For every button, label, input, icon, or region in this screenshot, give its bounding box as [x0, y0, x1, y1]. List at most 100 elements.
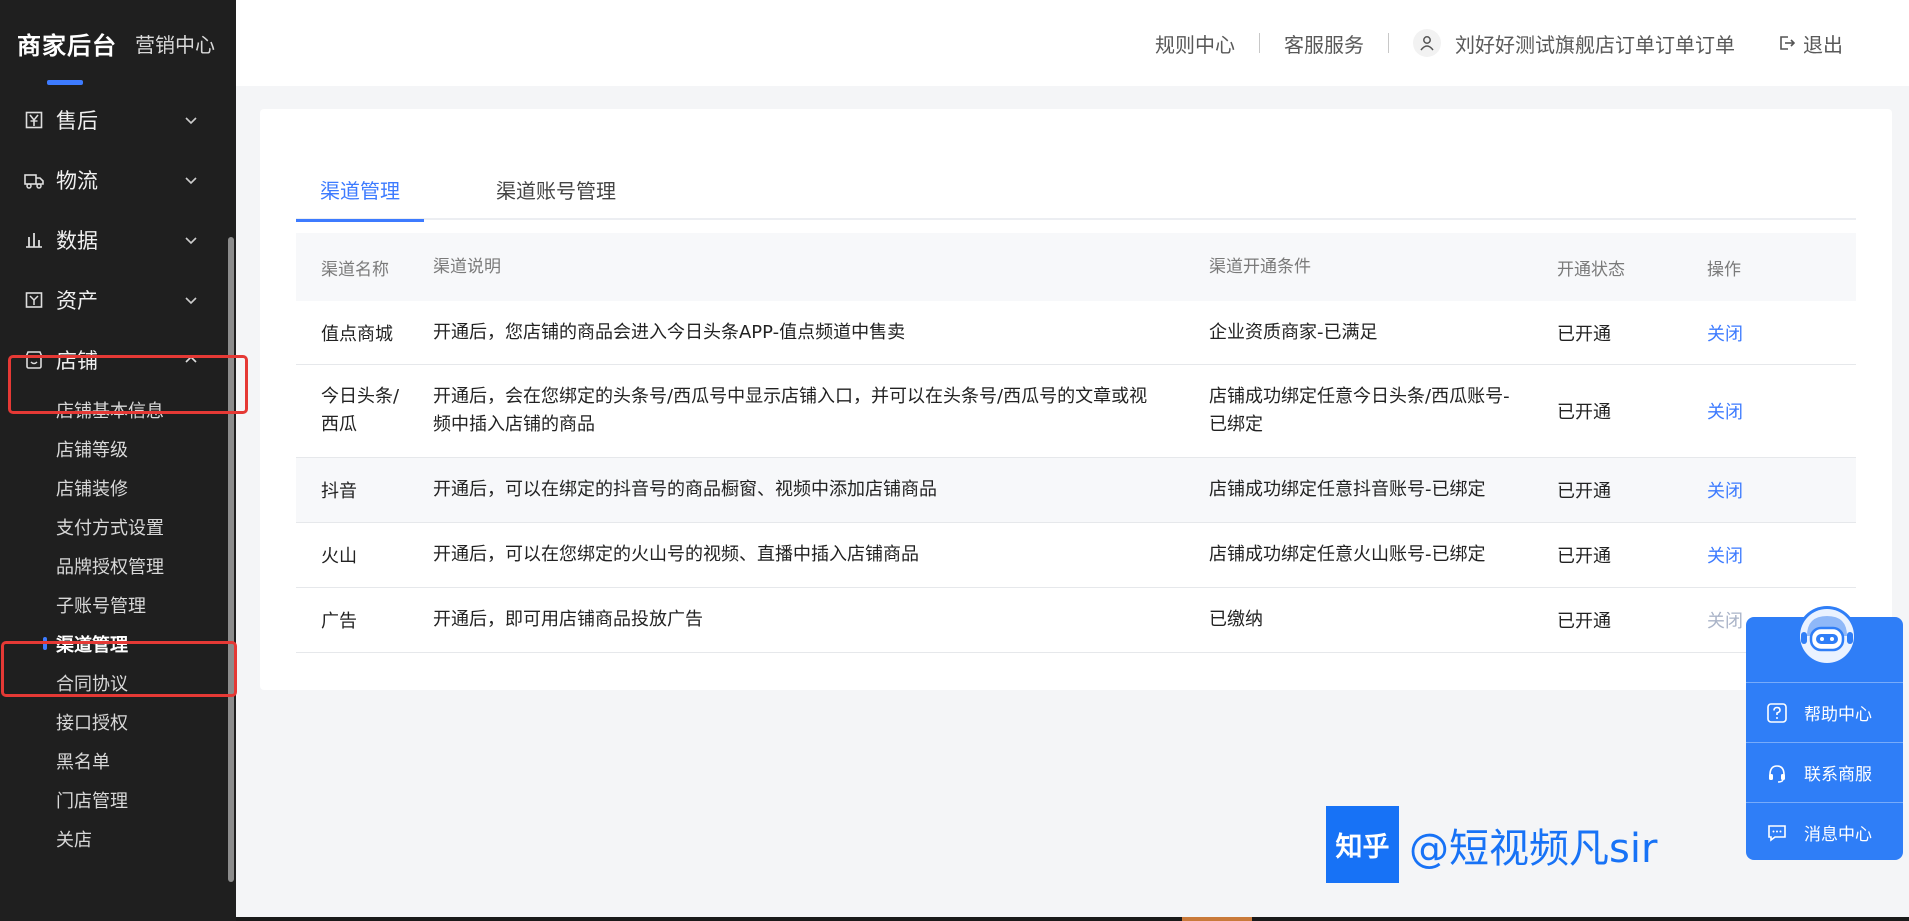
- sidebar-item-data[interactable]: 数据: [0, 210, 236, 270]
- chevron-down-icon: [185, 117, 197, 125]
- table-row: 值点商城 开通后，您店铺的商品会进入今日头条APP-值点频道中售卖 企业资质商家…: [296, 301, 1856, 365]
- sidebar-item-payment-settings[interactable]: 支付方式设置: [0, 507, 236, 546]
- sidebar-scrollbar[interactable]: [228, 237, 234, 882]
- channel-card: 渠道管理 渠道账号管理 渠道名称 渠道说明 渠道开通条件 开通状态 操作 值点商…: [260, 109, 1892, 690]
- chevron-up-icon: [185, 355, 197, 363]
- close-channel-link[interactable]: 关闭: [1707, 481, 1743, 502]
- contact-service-button[interactable]: 联系商服: [1746, 742, 1903, 802]
- sidebar-item-brand-auth[interactable]: 品牌授权管理: [0, 546, 236, 585]
- channel-condition: 企业资质商家-已满足: [1209, 321, 1378, 343]
- table-row: 火山 开通后，可以在您绑定的火山号的视频、直播中插入店铺商品 店铺成功绑定任意火…: [296, 523, 1856, 588]
- channel-name: 抖音: [321, 481, 357, 502]
- tab-channel-management[interactable]: 渠道管理: [296, 159, 424, 222]
- rules-center-link[interactable]: 规则中心: [1155, 29, 1235, 58]
- logout-label: 退出: [1803, 32, 1843, 57]
- question-icon: [1767, 702, 1787, 723]
- message-center-button[interactable]: 消息中心: [1746, 802, 1903, 862]
- robot-assistant-icon[interactable]: [1789, 606, 1865, 676]
- sidebar-item-sub-accounts[interactable]: 子账号管理: [0, 585, 236, 624]
- brand-underline: [47, 80, 83, 85]
- headset-icon: [1769, 764, 1785, 783]
- contact-service-label: 联系商服: [1804, 765, 1872, 785]
- chevron-down-icon: [185, 237, 197, 245]
- chart-icon: [24, 230, 44, 250]
- close-channel-link[interactable]: 关闭: [1707, 611, 1743, 632]
- sidebar-menu: 订单 售后 物流 数据 资产: [0, 60, 236, 858]
- channel-status: 已开通: [1557, 402, 1611, 423]
- channel-condition: 已缴纳: [1209, 609, 1263, 630]
- tab-bar: 渠道管理 渠道账号管理: [296, 159, 1856, 222]
- sidebar-item-label: 售后: [56, 109, 98, 133]
- close-channel-link[interactable]: 关闭: [1707, 402, 1743, 423]
- sidebar-item-store-decoration[interactable]: 店铺装修: [0, 468, 236, 507]
- sidebar-item-label: 物流: [56, 169, 98, 193]
- brand: 商家后台 营销中心: [0, 0, 236, 86]
- sidebar-item-logistics[interactable]: 物流: [0, 150, 236, 210]
- divider: [1259, 33, 1260, 53]
- sidebar-item-label: 数据: [56, 229, 98, 253]
- yen-icon: [24, 110, 44, 130]
- sidebar-item-store-info[interactable]: 店铺基本信息: [0, 390, 236, 429]
- user-icon: [1413, 29, 1441, 57]
- sidebar-item-aftersale[interactable]: 售后: [0, 90, 236, 150]
- channel-condition: 店铺成功绑定任意抖音账号-已绑定: [1209, 479, 1486, 500]
- header-action: 操作: [1707, 259, 1741, 280]
- zhihu-logo: 知乎: [1326, 806, 1399, 883]
- logout-button[interactable]: 退出: [1779, 29, 1843, 58]
- channel-status: 已开通: [1557, 323, 1611, 345]
- bottom-taskbar-strip: [236, 917, 1909, 921]
- user-name: 刘好好测试旗舰店订单订单订单: [1455, 32, 1735, 57]
- help-widget-header: [1746, 606, 1903, 682]
- help-center-button[interactable]: 帮助中心: [1746, 682, 1903, 742]
- sidebar-item-close-store[interactable]: 关店: [0, 819, 236, 858]
- channel-desc: 开通后，可以在绑定的抖音号的商品橱窗、视频中添加店铺商品: [433, 479, 937, 500]
- help-widget: 帮助中心 联系商服 消息中心: [1746, 606, 1903, 862]
- store-icon: [24, 350, 44, 370]
- sidebar-item-contracts[interactable]: 合同协议: [0, 663, 236, 702]
- sidebar-item-label: 资产: [56, 289, 98, 313]
- close-channel-link[interactable]: 关闭: [1707, 546, 1743, 567]
- sidebar-item-api-auth[interactable]: 接口授权: [0, 702, 236, 741]
- top-links: 规则中心 客服服务 刘好好测试旗舰店订单订单订单 退出: [1155, 0, 1843, 86]
- brand-title[interactable]: 商家后台: [17, 26, 117, 61]
- watermark-text: @短视频凡sir: [1409, 825, 1658, 872]
- channel-condition: 店铺成功绑定任意火山账号-已绑定: [1209, 544, 1486, 565]
- close-channel-link[interactable]: 关闭: [1707, 324, 1743, 345]
- channel-name: 火山: [321, 546, 357, 567]
- channel-desc: 开通后，可以在您绑定的火山号的视频、直播中插入店铺商品: [433, 544, 919, 565]
- header-channel-name: 渠道名称: [321, 259, 389, 280]
- channel-status: 已开通: [1557, 611, 1611, 632]
- sidebar-item-assets[interactable]: 资产: [0, 270, 236, 330]
- channel-name: 值点商城: [321, 323, 393, 345]
- sidebar-item-shop-management[interactable]: 门店管理: [0, 780, 236, 819]
- header-status: 开通状态: [1557, 259, 1625, 280]
- channel-status: 已开通: [1557, 481, 1611, 502]
- chevron-down-icon: [185, 297, 197, 305]
- table-header: 渠道名称 渠道说明 渠道开通条件 开通状态 操作: [296, 233, 1856, 301]
- table-row: 今日头条/西瓜 开通后，会在您绑定的头条号/西瓜号中显示店铺入口，并可以在头条号…: [296, 365, 1856, 458]
- channel-table: 渠道名称 渠道说明 渠道开通条件 开通状态 操作 值点商城 开通后，您店铺的商品…: [296, 233, 1856, 653]
- channel-status: 已开通: [1557, 546, 1611, 567]
- help-center-label: 帮助中心: [1804, 705, 1872, 725]
- table-row: 广告 开通后，即可用店铺商品投放广告 已缴纳 已开通 关闭: [296, 588, 1856, 653]
- channel-name: 广告: [321, 611, 357, 632]
- customer-service-link[interactable]: 客服服务: [1284, 29, 1364, 58]
- tab-channel-accounts[interactable]: 渠道账号管理: [472, 159, 640, 220]
- sidebar-item-label: 店铺: [56, 349, 98, 373]
- truck-icon: [24, 170, 44, 190]
- header-channel-condition: 渠道开通条件: [1209, 257, 1311, 277]
- sidebar-item-channel-management[interactable]: 渠道管理: [0, 624, 236, 663]
- sidebar-item-store-level[interactable]: 店铺等级: [0, 429, 236, 468]
- table-row: 抖音 开通后，可以在绑定的抖音号的商品橱窗、视频中添加店铺商品 店铺成功绑定任意…: [296, 458, 1856, 523]
- watermark: 知乎 @短视频凡sir: [1326, 806, 1657, 883]
- user-menu[interactable]: 刘好好测试旗舰店订单订单订单: [1413, 29, 1735, 58]
- chevron-down-icon: [185, 177, 197, 185]
- brand-subtitle[interactable]: 营销中心: [135, 29, 215, 58]
- sidebar-item-blacklist[interactable]: 黑名单: [0, 741, 236, 780]
- channel-desc: 开通后，即可用店铺商品投放广告: [433, 609, 703, 630]
- store-submenu: 店铺基本信息 店铺等级 店铺装修 支付方式设置 品牌授权管理 子账号管理 渠道管…: [0, 390, 236, 858]
- channel-name: 今日头条/西瓜: [321, 386, 400, 435]
- top-bar: 规则中心 客服服务 刘好好测试旗舰店订单订单订单 退出: [236, 0, 1909, 86]
- message-center-label: 消息中心: [1804, 825, 1872, 845]
- sidebar-item-store[interactable]: 店铺: [0, 330, 236, 390]
